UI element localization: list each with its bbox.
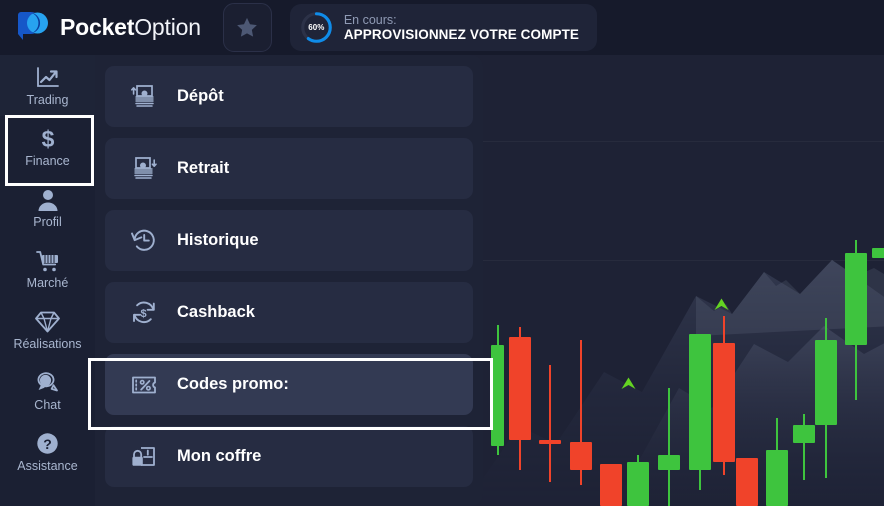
promo-text-block: En cours: APPROVISIONNEZ VOTRE COMPTE (344, 13, 579, 43)
star-icon (237, 17, 258, 37)
menu-item-label: Dépôt (177, 87, 224, 105)
main-sidebar: Trading $ Finance Profil Marché Réalisations C… (0, 55, 95, 506)
brand-logo[interactable]: PocketOption (16, 11, 201, 45)
sidebar-item-chat[interactable]: Chat (0, 360, 95, 421)
candlestick (627, 455, 649, 506)
candlestick-wick (549, 365, 551, 482)
chart-line-icon (36, 65, 60, 89)
candlestick-body (793, 425, 815, 443)
candlestick-body (713, 343, 735, 462)
candlestick-wick (668, 388, 670, 506)
candlestick-body (570, 442, 592, 470)
candlestick-wick (803, 414, 805, 480)
app-root: PocketOption 60% En cours: APPROVISIONNE… (0, 0, 884, 506)
candlestick (736, 458, 758, 506)
menu-item-label: Codes promo: (177, 375, 289, 393)
brand-logo-text: PocketOption (60, 14, 201, 41)
sidebar-item-label: Profil (33, 214, 62, 229)
svg-text:$: $ (41, 126, 54, 150)
sidebar-item-label: Trading (26, 92, 69, 107)
candlestick-body (872, 248, 884, 258)
sidebar-item-label: Réalisations (13, 336, 82, 351)
brand-logo-secondary: Option (134, 14, 201, 40)
candlestick-body (491, 345, 504, 446)
candlestick-body (766, 450, 788, 506)
cashback-icon: $ (131, 300, 157, 326)
candlestick (570, 340, 592, 485)
history-icon (131, 228, 157, 254)
candlestick-body (600, 464, 622, 506)
menu-item-label: Retrait (177, 159, 230, 177)
sidebar-item-finance[interactable]: $ Finance (0, 116, 95, 177)
menu-item-d-p-t[interactable]: Dépôt (105, 66, 473, 127)
candlestick-body (627, 462, 649, 506)
promo-title: APPROVISIONNEZ VOTRE COMPTE (343, 26, 580, 42)
svg-text:?: ? (43, 436, 52, 452)
promo-status-pill[interactable]: 60% En cours: APPROVISIONNEZ VOTRE COMPT… (289, 4, 598, 51)
svg-text:$: $ (141, 308, 147, 320)
menu-item-label: Cashback (177, 303, 255, 321)
user-icon (37, 187, 59, 211)
sidebar-item-assistance[interactable]: ? Assistance (0, 421, 95, 482)
pocket-option-logo-icon (17, 11, 48, 40)
candlestick (793, 414, 815, 480)
sidebar-item-march[interactable]: Marché (0, 238, 95, 299)
candlestick (689, 334, 711, 490)
progress-percent-label: 60% (308, 23, 325, 32)
candlestick-body (815, 340, 837, 425)
candlestick (845, 240, 867, 400)
dollar-icon: $ (39, 126, 57, 150)
menu-item-label: Historique (177, 231, 259, 249)
candlestick (766, 418, 788, 506)
candlestick (713, 316, 735, 475)
chat-bubble-icon (36, 370, 60, 394)
coupon-icon (131, 372, 157, 398)
candlestick (815, 318, 837, 478)
candlestick (491, 325, 504, 455)
favorites-button[interactable] (222, 3, 272, 52)
candlestick (658, 388, 680, 506)
candlestick-body (845, 253, 867, 345)
menu-item-label: Mon coffre (177, 447, 262, 465)
menu-item-codes-promo[interactable]: Codes promo: (105, 354, 473, 415)
menu-item-cashback[interactable]: $ Cashback (105, 282, 473, 343)
sidebar-item-profil[interactable]: Profil (0, 177, 95, 238)
safe-box-icon (131, 444, 157, 470)
menu-item-mon-coffre[interactable]: Mon coffre (105, 426, 473, 487)
promo-subtitle: En cours: (343, 12, 397, 27)
sidebar-item-label: Chat (34, 397, 61, 412)
candlestick-body (509, 337, 531, 440)
diamond-icon (35, 309, 60, 333)
sidebar-item-r-alisations[interactable]: Réalisations (0, 299, 95, 360)
candlestick-body (658, 455, 680, 470)
cash-out-icon (131, 156, 157, 182)
sidebar-item-trading[interactable]: Trading (0, 55, 95, 116)
candlestick-body (689, 334, 711, 470)
candlestick (600, 464, 622, 506)
progress-ring: 60% (300, 11, 333, 44)
cash-in-icon (131, 84, 157, 110)
candlestick-body (539, 440, 561, 444)
menu-item-historique[interactable]: Historique (105, 210, 473, 271)
sidebar-item-label: Marché (26, 275, 69, 290)
candlestick (872, 248, 884, 258)
menu-item-retrait[interactable]: Retrait (105, 138, 473, 199)
sidebar-item-label: Finance (25, 153, 70, 168)
brand-logo-primary: Pocket (60, 14, 135, 40)
sidebar-item-label: Assistance (17, 458, 78, 473)
finance-menu-panel: Dépôt Retrait Historique $ Cashback Codes pro… (95, 55, 483, 506)
app-header: PocketOption 60% En cours: APPROVISIONNE… (0, 0, 884, 55)
candlestick (539, 365, 561, 482)
candlestick-body (736, 458, 758, 506)
candlestick (509, 327, 531, 470)
cart-icon (35, 248, 60, 272)
question-icon: ? (36, 431, 59, 455)
